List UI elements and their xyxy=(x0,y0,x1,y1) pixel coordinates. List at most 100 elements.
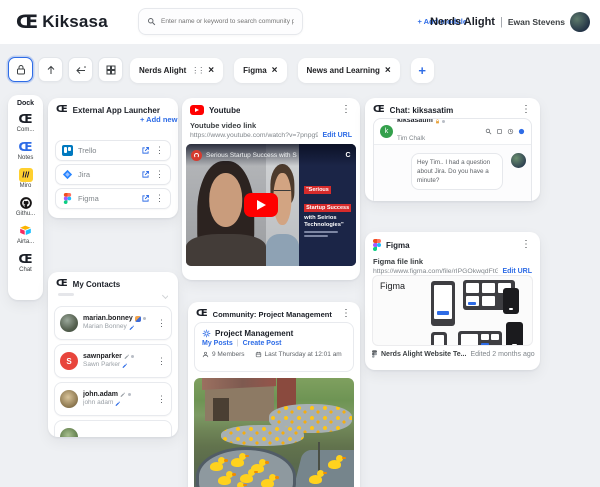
add-new-app-button[interactable]: + Add new xyxy=(140,115,178,124)
kebab-menu-icon[interactable]: ⋮ xyxy=(155,145,164,156)
kebab-menu-icon[interactable]: ⋮ xyxy=(520,240,532,250)
divider: | xyxy=(500,16,503,28)
figma-file-name: Nerds Alight Website Te... xyxy=(381,351,466,358)
edit-pencil-icon[interactable] xyxy=(129,325,135,331)
youtube-video-player[interactable]: "Serious Startup Success with Seirios Te… xyxy=(186,144,356,266)
undo-button[interactable] xyxy=(68,57,93,82)
design-frame xyxy=(506,322,523,346)
presence-dot xyxy=(131,355,134,358)
edit-pencil-icon[interactable] xyxy=(115,401,121,407)
jira-icon xyxy=(62,169,73,180)
figma-icon xyxy=(62,193,73,204)
app-row-trello[interactable]: Trello ⋮ xyxy=(55,140,171,161)
kiksasa-icon: Œ xyxy=(196,309,208,319)
widget-title: Chat: kiksasatim xyxy=(390,106,454,115)
history-icon[interactable] xyxy=(507,128,514,135)
dock-item-github[interactable]: Githu... xyxy=(8,195,43,217)
my-posts-link[interactable]: My Posts xyxy=(202,340,233,347)
window-icon[interactable] xyxy=(496,128,503,135)
widget-figma: Figma ⋮ Figma file link https://www.figm… xyxy=(365,232,540,370)
contact-row-john[interactable]: john.adam john adam ⋮ xyxy=(54,382,172,416)
kebab-menu-icon[interactable]: ⋮ xyxy=(155,169,164,180)
external-link-icon[interactable] xyxy=(141,170,150,179)
close-icon[interactable]: × xyxy=(208,66,214,76)
contact-row-partial[interactable] xyxy=(54,420,172,437)
contact-row-sawn[interactable]: S sawnparker Sawn Parker ⋮ xyxy=(54,344,172,378)
external-link-icon[interactable] xyxy=(141,194,150,203)
info-icon[interactable] xyxy=(518,128,525,135)
youtube-link-label: Youtube video link xyxy=(182,118,360,130)
kiksasa-icon: Œ xyxy=(56,105,68,115)
figma-file-preview[interactable]: Figma xyxy=(372,275,533,346)
members-icon xyxy=(202,351,209,358)
drag-handle-icon[interactable]: ⋮⋮ xyxy=(191,66,203,75)
caption-line: with Seirios xyxy=(304,215,352,221)
add-tab-button[interactable]: + xyxy=(411,58,434,83)
tab-nerds-alight[interactable]: Nerds Alight ⋮⋮ × xyxy=(130,58,223,83)
search-input[interactable] xyxy=(161,18,294,25)
edit-url-button[interactable]: Edit URL xyxy=(322,132,352,139)
user-avatar[interactable] xyxy=(570,12,590,32)
contact-username: sawnparker xyxy=(83,352,122,361)
app-row-jira[interactable]: Jira ⋮ xyxy=(55,164,171,185)
kebab-menu-icon[interactable]: ⋮ xyxy=(340,105,352,115)
airtable-icon xyxy=(18,223,33,238)
lock-icon xyxy=(435,119,440,124)
caption-line: "Serious xyxy=(304,186,331,194)
figma-url: https://www.figma.com/file/rIPGOkwqdFtG.… xyxy=(373,268,498,275)
contact-username: marian.bonney xyxy=(83,314,133,323)
arrow-back-icon xyxy=(75,64,87,76)
lock-button[interactable] xyxy=(8,57,33,82)
move-up-button[interactable] xyxy=(38,57,63,82)
dock-item-notes[interactable]: Œ Notes xyxy=(8,139,43,161)
tab-figma[interactable]: Figma × xyxy=(234,58,286,83)
kebab-menu-icon[interactable]: ⋮ xyxy=(157,394,166,405)
search-box[interactable] xyxy=(138,8,303,35)
edit-pencil-icon[interactable] xyxy=(122,363,128,369)
contact-row-marian[interactable]: marian.bonney Marian Bonney ⋮ xyxy=(54,306,172,340)
dock-item-community[interactable]: Œ Com... xyxy=(8,111,43,133)
design-frame xyxy=(458,331,502,346)
grid-icon xyxy=(105,64,117,76)
kiksasa-logo-icon: Œ xyxy=(16,13,38,32)
widget-title: Community: Project Management xyxy=(213,310,332,319)
dock-item-label: Miro xyxy=(20,183,32,189)
divider: | xyxy=(237,340,239,347)
contact-avatar xyxy=(60,428,78,437)
community-group-name: Project Management xyxy=(215,329,293,338)
dock-item-chat[interactable]: Œ Chat xyxy=(8,251,43,273)
close-icon[interactable]: × xyxy=(385,66,391,76)
caption-bar xyxy=(304,231,338,233)
channel-avatar xyxy=(191,150,202,161)
presence-dot xyxy=(128,393,131,396)
app-row-figma[interactable]: Figma ⋮ xyxy=(55,188,171,209)
tab-news-and-learning[interactable]: News and Learning × xyxy=(298,58,400,83)
kebab-menu-icon[interactable]: ⋮ xyxy=(157,356,166,367)
dock-item-label: Notes xyxy=(18,155,34,161)
dock-item-miro[interactable]: Miro xyxy=(8,167,43,189)
dock-item-airtable[interactable]: Airta... xyxy=(8,223,43,245)
edit-url-button[interactable]: Edit URL xyxy=(502,268,532,275)
app-logo[interactable]: Œ Kiksasa xyxy=(16,12,108,32)
kebab-menu-icon[interactable]: ⋮ xyxy=(155,193,164,204)
create-post-link[interactable]: Create Post xyxy=(243,340,282,347)
external-link-icon[interactable] xyxy=(141,146,150,155)
kebab-menu-icon[interactable]: ⋮ xyxy=(520,105,532,115)
play-button[interactable] xyxy=(244,193,278,217)
chat-room-name: kiksasatim xyxy=(397,118,433,126)
contact-avatar xyxy=(60,390,78,408)
close-icon[interactable]: × xyxy=(272,66,278,76)
app-name: Figma xyxy=(78,194,99,203)
widget-title: Figma xyxy=(386,241,410,250)
search-icon[interactable] xyxy=(485,128,492,135)
chat-message-bubble: Hey Tim.. I had a question about Jira. D… xyxy=(411,153,503,190)
dock-item-label: Chat xyxy=(19,267,32,273)
kebab-menu-icon[interactable]: ⋮ xyxy=(157,318,166,329)
kebab-menu-icon[interactable]: ⋮ xyxy=(340,309,352,319)
figma-icon xyxy=(372,350,377,358)
search-icon xyxy=(147,17,156,26)
chat-messages: Hey Tim.. I had a question about Jira. D… xyxy=(374,145,531,201)
youtube-icon xyxy=(190,105,204,115)
chat-member-name: Tim Chalk xyxy=(397,135,425,142)
grid-layout-button[interactable] xyxy=(98,57,123,82)
